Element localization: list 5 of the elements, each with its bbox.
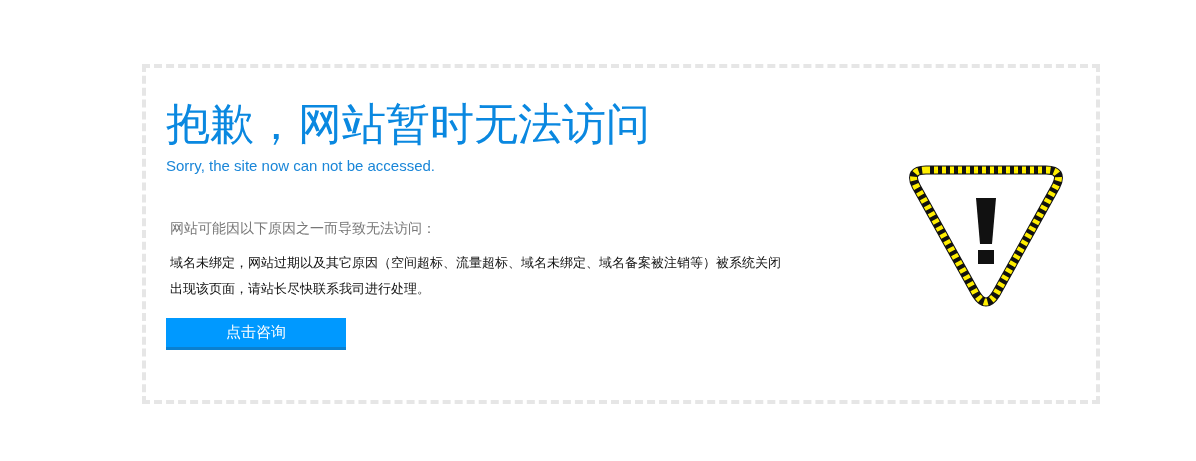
reasons-heading: 网站可能因以下原因之一而导致无法访问： — [170, 219, 436, 238]
error-subtitle: Sorry, the site now can not be accessed. — [166, 156, 436, 176]
reasons-text: 域名未绑定，网站过期以及其它原因（空间超标、流量超标、域名未绑定、域名备案被注销等）被系统关闭 出现该页面，请站长尽快联系我司进行处理。 — [170, 254, 781, 298]
consult-button[interactable]: 点击咨询 — [166, 318, 346, 350]
error-title: 抱歉，网站暂时无法访问 — [166, 97, 650, 151]
